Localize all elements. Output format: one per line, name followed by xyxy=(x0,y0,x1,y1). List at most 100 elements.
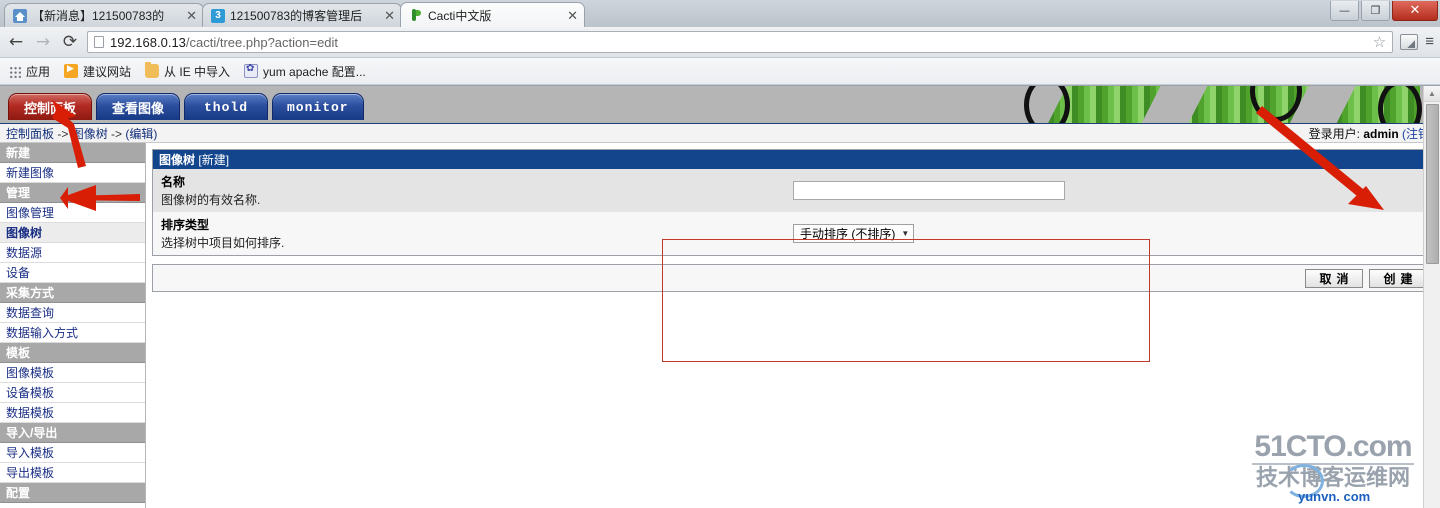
sidebar-item-import-templates[interactable]: 导入模板 xyxy=(0,443,145,463)
sidebar-header-new-label: 新建 xyxy=(6,146,31,160)
breadcrumb-separator: -> xyxy=(54,126,72,141)
sidebar-item-graph-management-label: 图像管理 xyxy=(6,206,55,220)
sidebar-header-configuration-label: 配置 xyxy=(6,486,31,500)
sidebar-item-import-templates-label: 导入模板 xyxy=(6,446,55,460)
sort-type-select[interactable]: 手动排序 (不排序) ▼ xyxy=(793,224,915,243)
bing-icon xyxy=(64,63,79,78)
close-window-button[interactable]: ✕ xyxy=(1392,1,1438,21)
form-label-sort-type: 排序类型 选择树中项目如何排序. xyxy=(153,216,793,251)
sidebar-item-devices-label: 设备 xyxy=(6,266,31,280)
tab-thold[interactable]: thold xyxy=(184,93,268,120)
form-control-sort-type: 手动排序 (不排序) ▼ xyxy=(793,224,1433,243)
restore-button[interactable]: ❐ xyxy=(1361,1,1390,21)
browser-tab-1[interactable]: 【新消息】121500783的 ✕ xyxy=(4,3,204,27)
breadcrumb-separator: -> xyxy=(107,126,126,141)
sidebar-item-new-graphs-label: 新建图像 xyxy=(6,166,55,180)
breadcrumb-node[interactable]: 图像树 xyxy=(72,127,108,141)
panel-title: 图像树 [新建] xyxy=(153,150,1433,169)
home-icon xyxy=(13,8,27,23)
bookmark-suggested-sites-label: 建议网站 xyxy=(83,64,132,79)
cancel-button-label: 取消 xyxy=(1319,271,1354,286)
scroll-up-icon[interactable]: ▲ xyxy=(1424,86,1440,102)
cancel-button[interactable]: 取消 xyxy=(1305,268,1363,288)
menu-icon[interactable]: ≡ xyxy=(1425,34,1434,50)
sidebar-item-graph-management[interactable]: 图像管理 xyxy=(0,203,145,223)
sidebar-item-graph-templates[interactable]: 图像模板 xyxy=(0,363,145,383)
bookmark-star-icon[interactable]: ☆ xyxy=(1373,33,1386,51)
breadcrumb: 控制面板 -> 图像树 -> (编辑) xyxy=(6,125,157,142)
form-label-name-description: 图像树的有效名称. xyxy=(161,193,261,207)
chevron-down-icon: ▼ xyxy=(901,229,910,238)
tab-console[interactable]: 控制面板 xyxy=(8,93,92,120)
bookmarks-bar: 应用 建议网站 从 IE 中导入 yum apache 配置... xyxy=(0,57,1440,84)
page-info-icon xyxy=(94,36,104,48)
form-action-bar: 取消 创建 xyxy=(152,264,1434,292)
sidebar-item-devices[interactable]: 设备 xyxy=(0,263,145,283)
cacti-icon xyxy=(409,8,423,22)
sidebar: 新建 新建图像 管理 图像管理 图像树 数据源 设备 采集方式 数据查询 数据输… xyxy=(0,143,146,508)
cacti-tab-bar: 控制面板 查看图像 thold monitor xyxy=(0,86,364,120)
tree-name-input[interactable] xyxy=(793,181,1065,200)
login-prefix: 登录用户: xyxy=(1308,126,1364,141)
url-host: 192.168.0.13 xyxy=(110,34,186,50)
create-button-label: 创建 xyxy=(1383,271,1418,286)
login-info: 登录用户: admin (注销) xyxy=(1309,125,1434,142)
sidebar-item-data-sources[interactable]: 数据源 xyxy=(0,243,145,263)
sidebar-item-data-sources-label: 数据源 xyxy=(6,246,43,260)
bookmark-yum-apache-label: yum apache 配置... xyxy=(263,64,366,79)
sidebar-item-data-templates[interactable]: 数据模板 xyxy=(0,403,145,423)
sidebar-item-data-templates-label: 数据模板 xyxy=(6,406,55,420)
scrollbar-thumb[interactable] xyxy=(1426,104,1439,264)
sidebar-item-graph-trees[interactable]: 图像树 xyxy=(0,223,145,243)
tab-graphs[interactable]: 查看图像 xyxy=(96,93,180,120)
sidebar-header-configuration: 配置 xyxy=(0,483,145,503)
sidebar-header-new: 新建 xyxy=(0,143,145,163)
sidebar-item-graph-templates-label: 图像模板 xyxy=(6,366,55,380)
close-icon[interactable]: ✕ xyxy=(376,9,395,22)
sidebar-item-export-templates-label: 导出模板 xyxy=(6,466,55,480)
back-icon[interactable]: ← xyxy=(6,32,26,52)
tab-monitor[interactable]: monitor xyxy=(272,93,364,120)
close-icon[interactable]: ✕ xyxy=(178,9,197,22)
form-row-name: 名称 图像树的有效名称. xyxy=(153,169,1433,212)
breadcrumb-root[interactable]: 控制面板 xyxy=(6,127,54,141)
form-label-name: 名称 图像树的有效名称. xyxy=(153,173,793,208)
tab-graphs-label: 查看图像 xyxy=(111,100,164,116)
vertical-scrollbar[interactable]: ▲ xyxy=(1423,86,1440,508)
reload-icon[interactable]: ⟳ xyxy=(60,32,80,52)
form-label-name-title: 名称 xyxy=(161,175,186,189)
tab-strip: 【新消息】121500783的 ✕ 3 121500783的博客管理后 ✕ Ca… xyxy=(0,0,1440,27)
sidebar-header-management: 管理 xyxy=(0,183,145,203)
browser-tab-2[interactable]: 3 121500783的博客管理后 ✕ xyxy=(202,3,402,27)
sidebar-header-templates-label: 模板 xyxy=(6,346,31,360)
create-button[interactable]: 创建 xyxy=(1369,268,1427,288)
panel-title-mode: [新建] xyxy=(198,153,230,167)
bookmark-ie-import-label: 从 IE 中导入 xyxy=(164,64,231,79)
close-icon[interactable]: ✕ xyxy=(559,9,578,22)
bookmark-yum-apache[interactable]: yum apache 配置... xyxy=(244,63,366,80)
sidebar-header-templates: 模板 xyxy=(0,343,145,363)
address-bar[interactable]: 192.168.0.13/cacti/tree.php?action=edit … xyxy=(87,31,1394,53)
sidebar-item-data-queries[interactable]: 数据查询 xyxy=(0,303,145,323)
bookmark-ie-import[interactable]: 从 IE 中导入 xyxy=(145,62,231,80)
bookmark-apps[interactable]: 应用 xyxy=(8,63,50,80)
apps-grid-icon xyxy=(8,64,21,78)
forward-icon[interactable]: → xyxy=(33,32,53,52)
browser-tab-3-label: Cacti中文版 xyxy=(428,8,492,23)
form-row-sort-type: 排序类型 选择树中项目如何排序. 手动排序 (不排序) ▼ xyxy=(153,212,1433,255)
browser-chrome: 【新消息】121500783的 ✕ 3 121500783的博客管理后 ✕ Ca… xyxy=(0,0,1440,86)
sidebar-item-new-graphs[interactable]: 新建图像 xyxy=(0,163,145,183)
minimize-button[interactable]: — xyxy=(1330,1,1359,21)
sidebar-item-host-templates[interactable]: 设备模板 xyxy=(0,383,145,403)
sidebar-item-data-input-methods[interactable]: 数据输入方式 xyxy=(0,323,145,343)
extension-icon[interactable] xyxy=(1400,34,1419,50)
tab-console-label: 控制面板 xyxy=(23,100,76,116)
url-text: 192.168.0.13/cacti/tree.php?action=edit xyxy=(110,35,338,50)
navigation-bar: ← → ⟳ 192.168.0.13/cacti/tree.php?action… xyxy=(0,27,1440,57)
bookmark-suggested-sites[interactable]: 建议网站 xyxy=(64,63,131,80)
login-username: admin xyxy=(1363,126,1399,141)
sidebar-header-import-export-label: 导入/导出 xyxy=(6,426,58,440)
folder-icon xyxy=(145,62,160,78)
sidebar-item-export-templates[interactable]: 导出模板 xyxy=(0,463,145,483)
browser-tab-3[interactable]: Cacti中文版 ✕ xyxy=(400,2,585,27)
